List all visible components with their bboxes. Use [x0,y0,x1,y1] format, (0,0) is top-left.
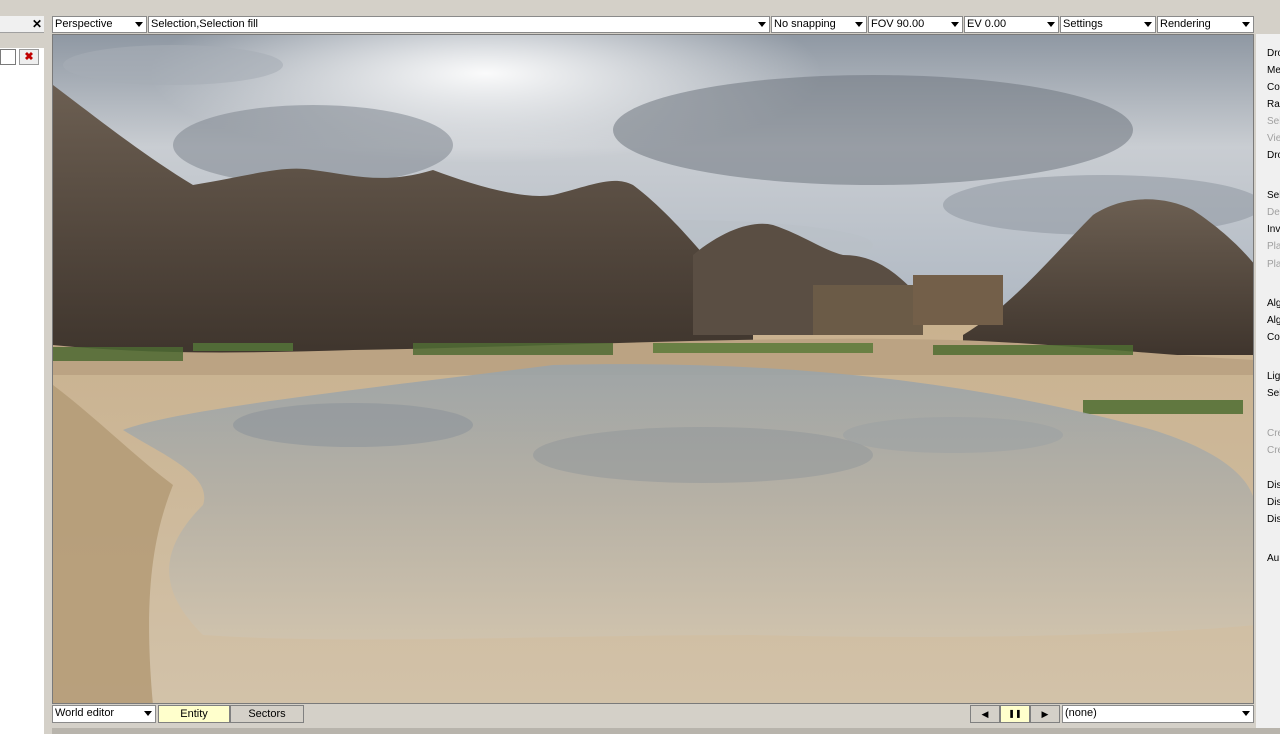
right-tool-panel: Dro Me Co Ra Sel Vie Dro Sel De Inv Pla Pla Alg Alg Co… [1256,34,1280,734]
fov-dropdown[interactable]: FOV 90.00 [868,16,963,33]
animation-dropdown[interactable]: (none) [1062,705,1254,723]
chevron-down-icon [1242,711,1250,716]
chevron-down-icon [951,22,959,27]
tab-entity[interactable]: Entity [158,705,230,723]
tool-menu-item[interactable]: Lig [1267,370,1280,384]
selection-mode-label: Selection,Selection fill [151,18,259,30]
settings-dropdown[interactable]: Settings [1060,16,1156,33]
chevron-down-icon [855,22,863,27]
animation-label: (none) [1065,707,1097,719]
3d-viewport[interactable] [52,34,1254,704]
chevron-down-icon [1047,22,1055,27]
clear-filter-button[interactable]: ✖ [19,49,39,65]
tool-menu-item[interactable]: Co [1267,81,1280,95]
tool-menu-item[interactable]: Pla [1267,258,1280,272]
tool-menu-item[interactable]: De [1267,206,1280,220]
left-panel-list[interactable] [0,48,44,734]
rendering-label: Rendering [1160,18,1211,30]
tool-menu-item[interactable]: Dro [1267,149,1280,163]
tool-menu-item[interactable]: Dro [1267,47,1280,61]
tool-menu-item[interactable]: Alg [1267,297,1280,311]
tool-menu-item[interactable]: Ra [1267,98,1280,112]
tool-menu-item[interactable]: Sel [1267,387,1280,401]
chevron-down-icon [1144,22,1152,27]
tool-menu-item[interactable]: Dis [1267,479,1280,493]
editor-mode-dropdown[interactable]: World editor [52,705,156,723]
snapping-label: No snapping [774,18,836,30]
tool-menu-item[interactable]: Au [1267,552,1279,566]
tool-menu-item[interactable]: Dis [1267,496,1280,510]
status-strip [52,728,1280,734]
ev-dropdown[interactable]: EV 0.00 [964,16,1059,33]
chevron-down-icon [144,711,152,716]
filter-input[interactable] [0,49,16,65]
tool-menu-item[interactable]: Dis [1267,513,1280,527]
next-frame-button[interactable]: ▶ [1030,705,1060,723]
prev-frame-button[interactable]: ◀ [970,705,1000,723]
tool-menu-item[interactable]: Sel [1267,115,1280,129]
editor-mode-label: World editor [55,707,115,719]
view-mode-label: Perspective [55,18,113,30]
tool-menu-item[interactable]: Inv [1267,223,1280,237]
fov-label: FOV 90.00 [871,18,925,30]
rendering-dropdown[interactable]: Rendering [1157,16,1254,33]
chevron-down-icon [135,22,143,27]
tool-menu-item[interactable]: Cre [1267,427,1280,441]
view-mode-dropdown[interactable]: Perspective [52,16,147,33]
selection-mode-dropdown[interactable]: Selection,Selection fill [148,16,770,33]
snapping-dropdown[interactable]: No snapping [771,16,867,33]
tool-menu-item[interactable]: Me [1267,64,1280,78]
left-panel: ✕ ✖ [0,0,46,734]
tool-menu-item[interactable]: Cre [1267,444,1280,458]
tool-menu-item[interactable]: Vie [1267,132,1280,146]
pause-button[interactable]: ❚❚ [1000,705,1030,723]
tab-sectors[interactable]: Sectors [230,705,304,723]
tool-menu-item[interactable]: Sel [1267,189,1280,203]
chevron-down-icon [1242,22,1250,27]
tool-menu-item[interactable]: Co [1267,331,1280,345]
tool-menu-item[interactable]: Pla [1267,240,1280,254]
tool-menu-item[interactable]: Alg [1267,314,1280,328]
chevron-down-icon [758,22,766,27]
scene-render [53,35,1253,703]
settings-label: Settings [1063,18,1103,30]
bottom-bar: World editor Entity Sectors ◀ ❚❚ ▶ (none… [52,705,1254,723]
viewport-toolbar: Perspective Selection,Selection fill No … [52,16,1254,33]
close-icon[interactable]: ✕ [30,16,44,32]
ev-label: EV 0.00 [967,18,1007,30]
